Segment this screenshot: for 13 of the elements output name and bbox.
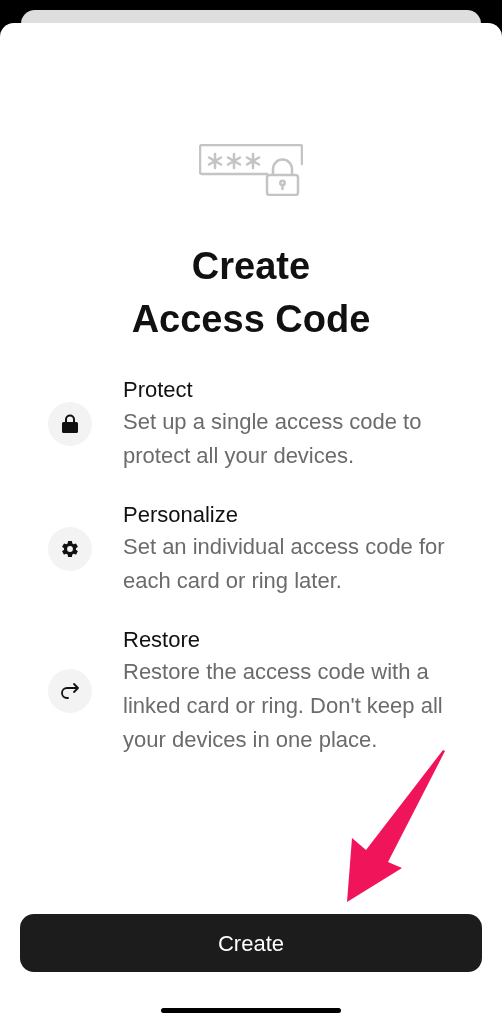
feature-description: Restore the access code with a linked card or ring. Don't keep all your devices in one place. [123, 658, 444, 754]
gear-icon [60, 538, 80, 559]
feature-title: Personalize [123, 501, 239, 529]
feature-title: Restore [123, 626, 202, 654]
lock-icon [62, 414, 78, 433]
create-button[interactable]: Create [20, 914, 482, 972]
password-lock-icon [199, 144, 303, 196]
curved-arrow-icon [60, 681, 80, 700]
title: Create [190, 244, 312, 289]
title: Access Code [131, 297, 371, 342]
feature-description: Set up a single access code to protect all your devices. [123, 408, 423, 470]
feature-title: Protect [123, 376, 194, 404]
feature-description: Set an individual access code for each card or ring later. [123, 533, 445, 595]
